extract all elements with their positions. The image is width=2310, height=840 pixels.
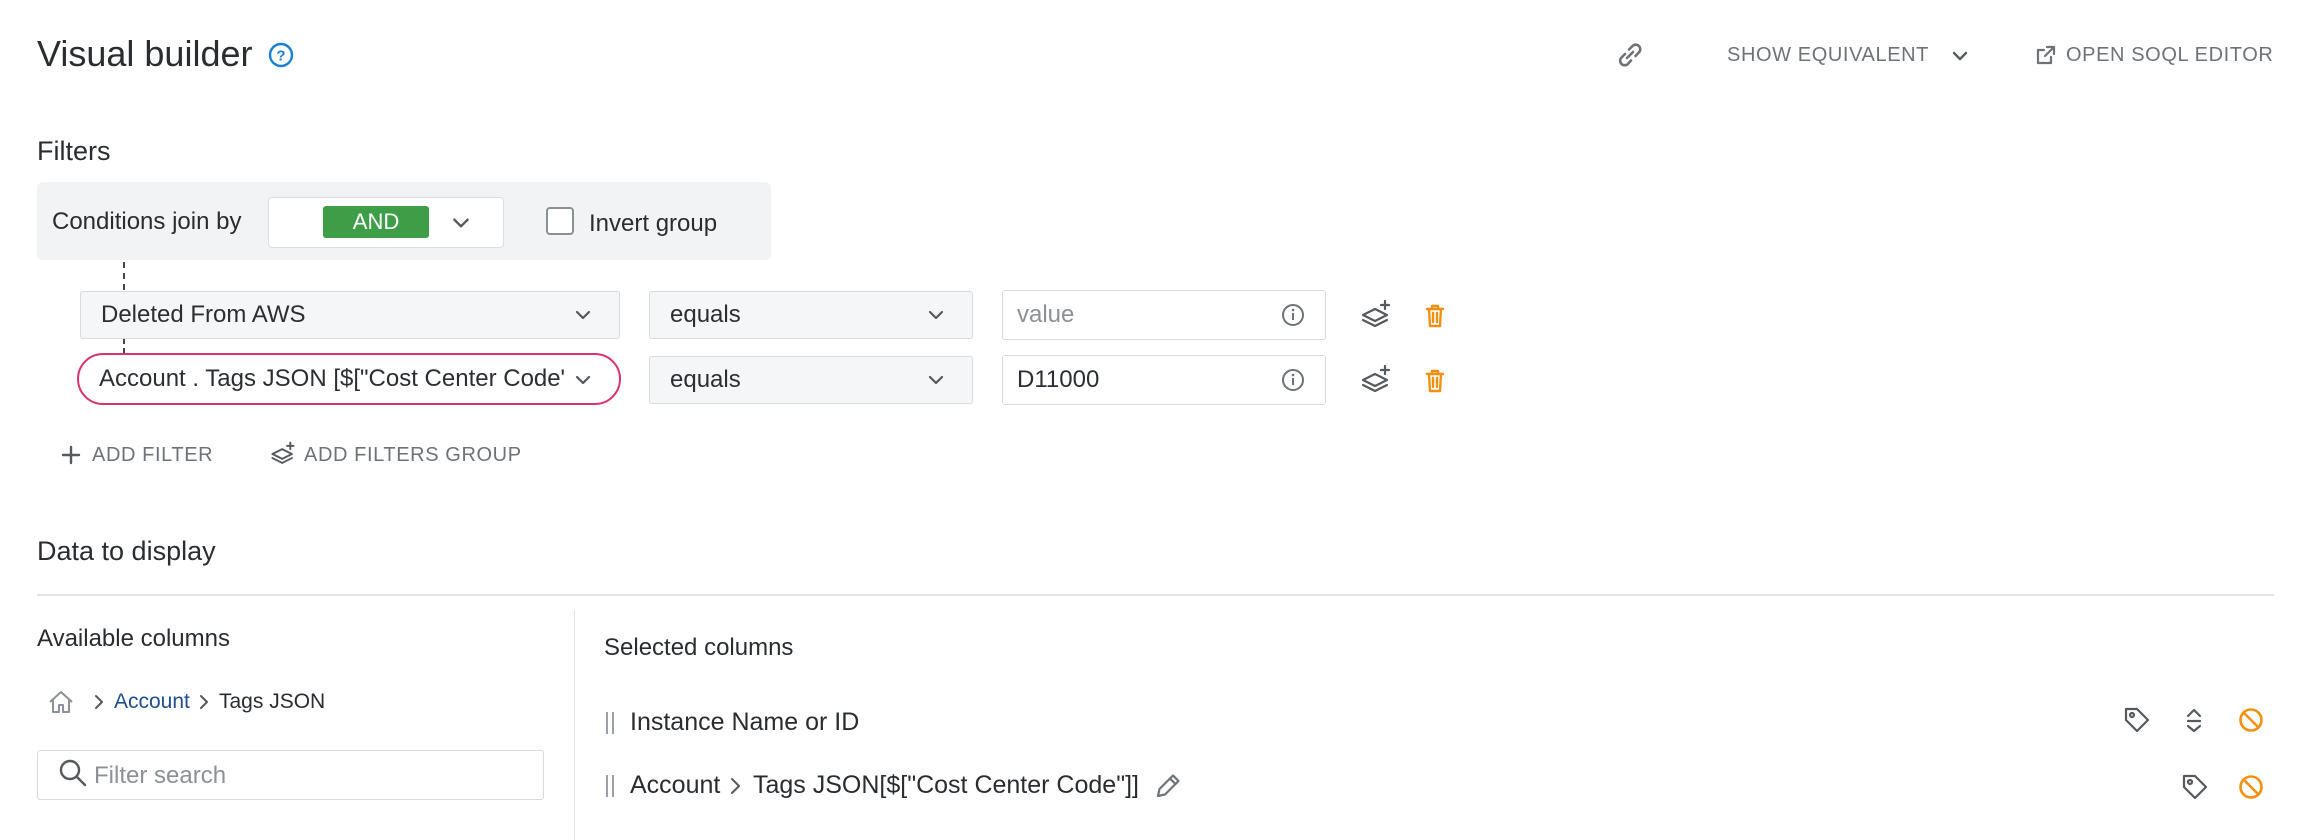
filter-value-input[interactable]: D11000 [1002, 355, 1326, 405]
conditions-join-label: Conditions join by [52, 208, 242, 235]
plus-icon[interactable] [60, 444, 82, 466]
filter-operator-select[interactable]: equals [649, 291, 973, 339]
home-icon[interactable] [47, 689, 75, 715]
filters-section-title: Filters [37, 136, 111, 166]
remove-column-icon[interactable] [2237, 706, 2265, 734]
svg-text:?: ? [276, 48, 285, 65]
pencil-icon[interactable] [1152, 770, 1184, 802]
available-columns-label: Available columns [37, 625, 230, 652]
section-divider [37, 594, 2274, 596]
tree-connector [123, 338, 125, 354]
open-soql-editor-button[interactable]: OPEN SOQL EDITOR [2066, 44, 2273, 67]
chevron-down-icon [928, 375, 944, 385]
filter-value-input[interactable]: value [1002, 290, 1326, 340]
chevron-down-icon [928, 310, 944, 320]
drag-handle[interactable] [606, 712, 614, 734]
help-icon[interactable]: ? [268, 42, 294, 68]
breadcrumb-account[interactable]: Account [114, 690, 190, 714]
breadcrumb-tags-json: Tags JSON [219, 690, 326, 713]
info-icon[interactable] [1281, 303, 1305, 327]
add-filters-group-button[interactable]: ADD FILTERS GROUP [304, 444, 522, 467]
selected-column-label: Instance Name or ID [630, 708, 860, 736]
add-filter-button[interactable]: ADD FILTER [92, 444, 213, 467]
tree-connector [123, 262, 125, 290]
tag-icon[interactable] [2180, 772, 2210, 802]
add-group-icon[interactable] [1360, 364, 1392, 396]
sort-icon[interactable] [2180, 705, 2208, 735]
chevron-right-icon [95, 695, 103, 709]
drag-handle[interactable] [606, 775, 614, 797]
trash-icon[interactable] [1419, 300, 1451, 332]
chevron-down-icon [575, 375, 591, 385]
panel-divider [574, 610, 575, 840]
filter-operator-select[interactable]: equals [649, 356, 973, 404]
search-icon [59, 759, 87, 787]
chevron-down-icon[interactable] [1950, 46, 1970, 66]
selected-column-label: Tags JSON[$["Cost Center Code"]] [753, 771, 1139, 799]
invert-group-checkbox[interactable] [546, 207, 574, 235]
page-title: Visual builder [37, 33, 253, 74]
data-display-section-title: Data to display [37, 536, 216, 566]
tag-icon[interactable] [2122, 705, 2152, 735]
chevron-down-icon [575, 310, 591, 320]
join-operator-value: AND [323, 206, 429, 238]
add-group-icon[interactable] [270, 441, 296, 467]
chevron-down-icon[interactable] [450, 212, 472, 234]
filter-search-placeholder: Filter search [94, 762, 227, 789]
filter-field-select[interactable]: Deleted From AWS [80, 291, 620, 339]
external-link-icon[interactable] [2034, 43, 2058, 67]
chevron-right-icon [200, 695, 208, 709]
show-equivalent-button[interactable]: SHOW EQUIVALENT [1727, 44, 1929, 67]
remove-column-icon[interactable] [2237, 773, 2265, 801]
info-icon[interactable] [1281, 368, 1305, 392]
selected-column-parent: Account [630, 771, 721, 799]
add-group-icon[interactable] [1360, 299, 1392, 331]
link-icon[interactable] [1613, 38, 1647, 72]
invert-group-label: Invert group [589, 210, 718, 237]
selected-columns-label: Selected columns [604, 634, 794, 661]
filter-field-select-focused[interactable]: Account . Tags JSON [$["Cost Center Code… [77, 353, 621, 405]
chevron-right-icon [731, 778, 740, 794]
trash-icon[interactable] [1419, 365, 1451, 397]
